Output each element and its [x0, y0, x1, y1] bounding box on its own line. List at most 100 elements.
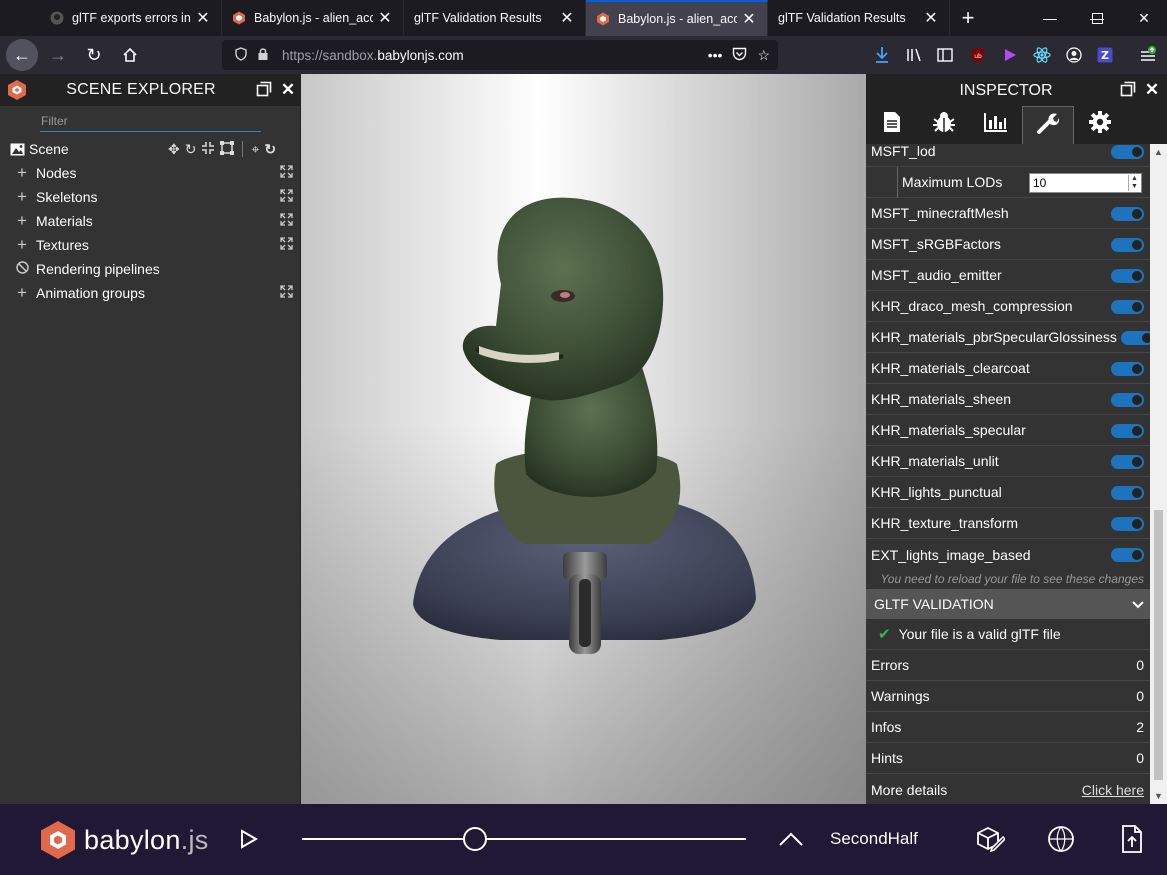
library-icon[interactable]: [903, 42, 925, 68]
scene-node[interactable]: Scene ✥ ↻ ⌖ ↻: [0, 137, 301, 161]
window-close-button[interactable]: ✕: [1121, 0, 1167, 36]
close-icon[interactable]: ✕: [923, 8, 939, 28]
new-tab-button[interactable]: +: [950, 0, 986, 36]
click-here-link[interactable]: Click here: [1082, 782, 1144, 798]
tree-item-skeletons[interactable]: + Skeletons: [0, 185, 301, 209]
tree-item-materials[interactable]: + Materials: [0, 209, 301, 233]
close-icon[interactable]: ✕: [559, 8, 575, 28]
home-button[interactable]: [114, 39, 146, 71]
chevron-down-icon[interactable]: [1132, 596, 1144, 612]
render-canvas[interactable]: [301, 74, 866, 804]
extension-toggle[interactable]: [1111, 300, 1144, 314]
validation-status-row: ✔ Your file is a valid glTF file: [866, 619, 1150, 650]
reload-button[interactable]: ↻: [78, 39, 110, 71]
upload-file-icon[interactable]: [1117, 824, 1147, 854]
extension-toggle[interactable]: [1111, 548, 1144, 562]
extension-toggle[interactable]: [1111, 362, 1144, 376]
address-bar[interactable]: https://sandbox.babylonjs.com ••• ☆: [222, 40, 778, 70]
max-lods-input[interactable]: 10 ▲ ▼: [1029, 173, 1142, 193]
animation-slider-thumb[interactable]: [463, 827, 488, 851]
ublock-icon[interactable]: ub: [967, 42, 989, 68]
browser-tab[interactable]: glTF exports errors in M ✕: [40, 0, 222, 36]
expand-icon[interactable]: [280, 213, 293, 229]
menu-icon[interactable]: [1137, 42, 1159, 68]
tab-properties[interactable]: [866, 106, 918, 144]
filter-input[interactable]: Filter: [40, 114, 261, 132]
close-icon[interactable]: ✕: [1143, 81, 1161, 99]
sidebar-icon[interactable]: [934, 42, 956, 68]
bookmark-star-icon[interactable]: ☆: [757, 47, 770, 64]
animation-group-name[interactable]: SecondHalf: [830, 829, 918, 849]
inspector-toggle-icon[interactable]: [976, 824, 1006, 854]
browser-tab[interactable]: Babylon.js - alien_acces ✕: [222, 0, 404, 36]
plus-icon[interactable]: +: [14, 235, 30, 255]
popout-icon[interactable]: [1119, 81, 1137, 99]
plus-icon[interactable]: +: [14, 283, 30, 303]
refresh-icon[interactable]: ↻: [264, 141, 276, 158]
plus-icon[interactable]: +: [14, 187, 30, 207]
extension-toggle[interactable]: [1121, 331, 1150, 345]
crosshair-icon[interactable]: ⌖: [251, 141, 259, 158]
tree-item-rendering-pipelines[interactable]: Rendering pipelines: [0, 257, 301, 281]
babylon-brand[interactable]: babylon.js: [40, 820, 209, 860]
extension-toggle[interactable]: [1111, 517, 1144, 531]
scale-gizmo-icon[interactable]: [201, 141, 215, 158]
popout-icon[interactable]: [255, 81, 273, 99]
gltf-validation-header[interactable]: GLTF VALIDATION: [866, 589, 1150, 619]
tab-settings[interactable]: [1074, 106, 1126, 144]
tab-debug[interactable]: [918, 106, 970, 144]
expand-icon[interactable]: [280, 189, 293, 205]
extension-toggle[interactable]: [1111, 455, 1144, 469]
play-button[interactable]: [234, 824, 264, 854]
tree-item-textures[interactable]: + Textures: [0, 233, 301, 257]
tab-tools[interactable]: [1022, 106, 1074, 144]
forward-button[interactable]: →: [42, 39, 74, 71]
expand-icon[interactable]: [280, 237, 293, 253]
maximize-button[interactable]: [1074, 0, 1120, 36]
chevron-up-icon[interactable]: [776, 824, 806, 854]
extension-toggle[interactable]: [1111, 424, 1144, 438]
spinner-arrows-icon[interactable]: ▲ ▼: [1128, 175, 1140, 191]
browser-tab-active[interactable]: Babylon.js - alien_acces ✕: [586, 0, 768, 36]
react-devtools-icon[interactable]: [1031, 42, 1053, 68]
scrollbar-thumb[interactable]: [1154, 510, 1163, 780]
extension-toggle[interactable]: [1111, 269, 1144, 283]
extension-toggle[interactable]: [1111, 145, 1144, 159]
inspector-scrollbar[interactable]: ▲ ▼: [1150, 144, 1167, 804]
extension-toggle[interactable]: [1111, 207, 1144, 221]
tab-statistics[interactable]: [970, 106, 1022, 144]
extension-toggle[interactable]: [1111, 486, 1144, 500]
plus-icon[interactable]: +: [14, 211, 30, 231]
close-icon[interactable]: ✕: [195, 8, 211, 28]
move-gizmo-icon[interactable]: ✥: [168, 141, 180, 158]
animation-slider-track[interactable]: [302, 838, 746, 840]
extension-toggle[interactable]: [1111, 238, 1144, 252]
browser-tab[interactable]: glTF Validation Results ✕: [404, 0, 586, 36]
bounding-box-gizmo-icon[interactable]: [220, 140, 235, 158]
expand-icon[interactable]: [280, 285, 293, 301]
rotate-gizmo-icon[interactable]: ↻: [185, 141, 197, 158]
scroll-up-icon[interactable]: ▲: [1150, 144, 1167, 160]
minimize-button[interactable]: —: [1027, 0, 1073, 36]
browser-tab[interactable]: glTF Validation Results ✕: [768, 0, 950, 36]
close-icon[interactable]: ✕: [377, 8, 393, 28]
downloads-icon[interactable]: [871, 42, 893, 68]
shield-icon[interactable]: [230, 46, 252, 64]
tree-item-animation-groups[interactable]: + Animation groups: [0, 281, 301, 305]
expand-icon[interactable]: [280, 165, 293, 181]
close-icon[interactable]: ✕: [279, 81, 297, 99]
plus-icon[interactable]: +: [14, 163, 30, 183]
url-text[interactable]: https://sandbox.babylonjs.com: [282, 48, 464, 63]
play-extension-icon[interactable]: [999, 42, 1021, 68]
page-actions-icon[interactable]: •••: [708, 47, 723, 63]
pocket-icon[interactable]: [732, 47, 747, 64]
scroll-down-icon[interactable]: ▼: [1150, 788, 1167, 804]
extension-toggle[interactable]: [1111, 393, 1144, 407]
zotero-icon[interactable]: Z: [1094, 42, 1116, 68]
tree-item-nodes[interactable]: + Nodes: [0, 161, 301, 185]
close-icon[interactable]: ✕: [741, 9, 757, 29]
lock-icon[interactable]: [252, 47, 274, 64]
account-icon[interactable]: [1063, 42, 1085, 68]
back-button[interactable]: ←: [6, 39, 38, 71]
environment-icon[interactable]: [1046, 824, 1076, 854]
